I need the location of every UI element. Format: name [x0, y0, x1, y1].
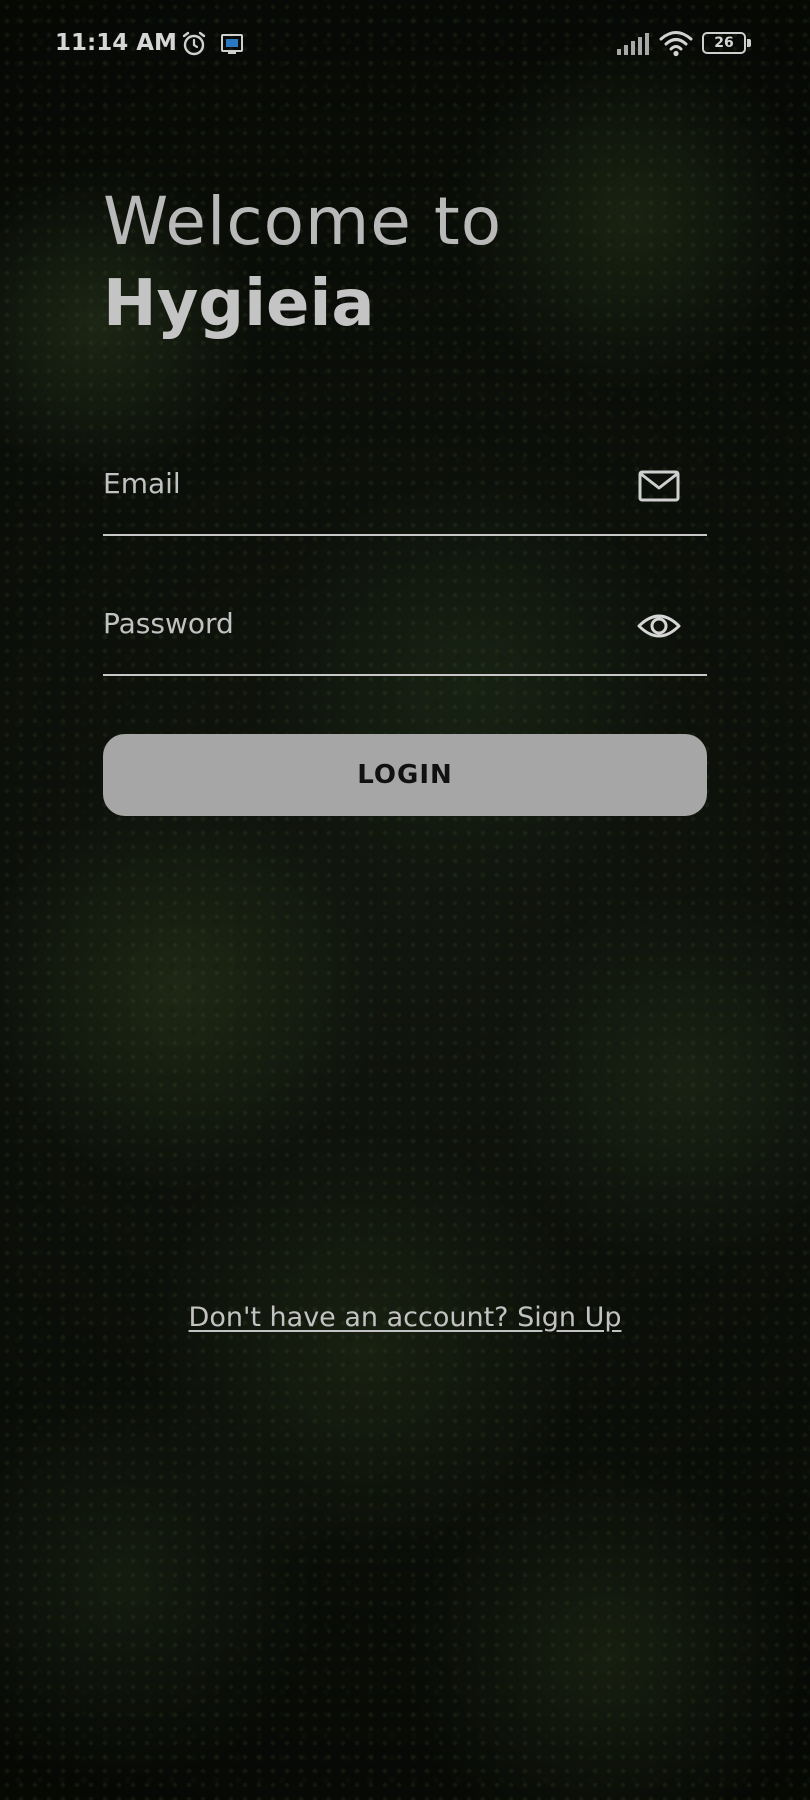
app-name: Hygieia [103, 267, 375, 341]
battery-tip [747, 39, 751, 47]
alarm-icon [182, 31, 206, 56]
password-input[interactable] [103, 588, 643, 658]
signal-icon [617, 33, 649, 55]
welcome-text: Welcome to [103, 183, 503, 260]
password-field[interactable] [103, 588, 707, 676]
login-screen: 11:14 AM 26 Welcome to Hygieia Email LOG… [0, 0, 810, 1800]
wifi-icon [659, 31, 693, 57]
status-bar: 11:14 AM 26 [0, 0, 810, 90]
signup-link[interactable]: Don't have an account? Sign Up [0, 1302, 810, 1333]
status-time: 11:14 AM [55, 30, 177, 56]
screen-cast-icon [221, 34, 243, 54]
battery-level: 26 [702, 32, 746, 54]
mail-icon [638, 470, 680, 502]
email-input[interactable] [103, 448, 643, 518]
eye-icon[interactable] [637, 606, 681, 646]
email-field[interactable] [103, 448, 707, 536]
welcome-heading: Welcome to Hygieia [103, 182, 502, 346]
login-button[interactable]: LOGIN [103, 734, 707, 816]
battery-icon: 26 [702, 32, 754, 56]
